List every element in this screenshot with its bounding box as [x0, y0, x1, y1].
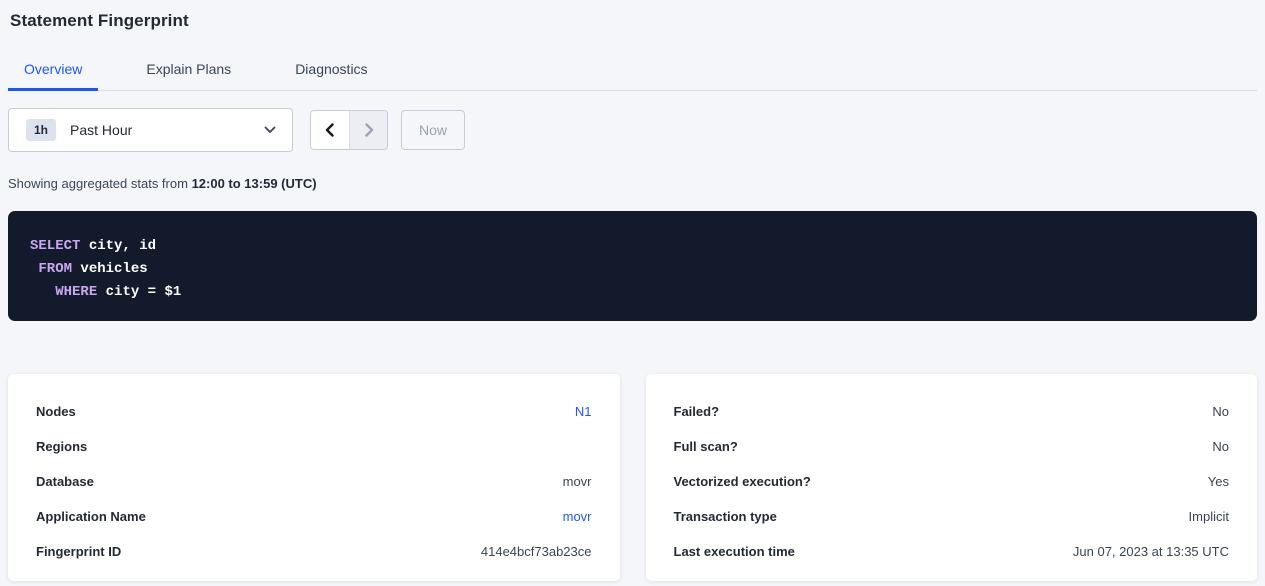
fingerprint-id-value: 414e4bcf73ab23ce — [481, 544, 592, 559]
sql-text: city, id — [80, 238, 156, 254]
previous-time-window-button[interactable] — [311, 111, 349, 149]
row-vectorized-execution: Vectorized execution? Yes — [674, 464, 1230, 499]
chevron-left-icon — [322, 122, 338, 138]
transaction-type-value: Implicit — [1189, 509, 1229, 524]
sql-keyword: SELECT — [30, 238, 80, 254]
sql-text: vehicles — [72, 261, 148, 277]
full-scan-value: No — [1212, 439, 1229, 454]
tab-bar: Overview Explain Plans Diagnostics — [8, 55, 1257, 91]
time-window-arrows — [310, 110, 388, 150]
tab-diagnostics[interactable]: Diagnostics — [279, 55, 383, 91]
vectorized-execution-label: Vectorized execution? — [674, 474, 811, 489]
sql-keyword: FROM — [38, 261, 72, 277]
stats-caption-range: 12:00 to 13:59 (UTC) — [192, 176, 317, 191]
row-fingerprint-id: Fingerprint ID 414e4bcf73ab23ce — [36, 534, 592, 569]
row-regions: Regions — [36, 429, 592, 464]
row-nodes: Nodes N1 — [36, 394, 592, 429]
time-range-badge: 1h — [26, 119, 56, 141]
tab-explain-plans[interactable]: Explain Plans — [130, 55, 247, 91]
time-toolbar: 1h Past Hour Now — [8, 108, 1257, 152]
chevron-right-icon — [361, 122, 377, 138]
page-title: Statement Fingerprint — [10, 11, 1257, 31]
row-failed: Failed? No — [674, 394, 1230, 429]
row-database: Database movr — [36, 464, 592, 499]
next-time-window-button[interactable] — [349, 111, 387, 149]
row-transaction-type: Transaction type Implicit — [674, 499, 1230, 534]
database-value: movr — [563, 474, 592, 489]
sql-statement-box: SELECT city, id FROM vehicles WHERE city… — [8, 211, 1257, 321]
statement-fingerprint-page: Statement Fingerprint Overview Explain P… — [0, 11, 1265, 581]
nodes-value-link[interactable]: N1 — [575, 404, 592, 419]
row-full-scan: Full scan? No — [674, 429, 1230, 464]
now-button[interactable]: Now — [401, 110, 465, 150]
failed-value: No — [1212, 404, 1229, 419]
failed-label: Failed? — [674, 404, 720, 419]
row-application-name: Application Name movr — [36, 499, 592, 534]
last-execution-time-label: Last execution time — [674, 544, 795, 559]
sql-text: city = $1 — [97, 284, 181, 300]
fingerprint-id-label: Fingerprint ID — [36, 544, 121, 559]
statement-details-card: Nodes N1 Regions Database movr Applicati… — [8, 374, 620, 581]
summary-cards: Nodes N1 Regions Database movr Applicati… — [8, 374, 1257, 581]
vectorized-execution-value: Yes — [1208, 474, 1229, 489]
regions-label: Regions — [36, 439, 87, 454]
chevron-down-icon — [264, 126, 276, 134]
last-execution-time-value: Jun 07, 2023 at 13:35 UTC — [1073, 544, 1229, 559]
aggregated-stats-caption: Showing aggregated stats from 12:00 to 1… — [8, 176, 1257, 191]
transaction-type-label: Transaction type — [674, 509, 777, 524]
sql-keyword: WHERE — [55, 284, 97, 300]
full-scan-label: Full scan? — [674, 439, 738, 454]
execution-attributes-card: Failed? No Full scan? No Vectorized exec… — [646, 374, 1258, 581]
database-label: Database — [36, 474, 94, 489]
time-range-label: Past Hour — [70, 122, 264, 138]
tab-overview[interactable]: Overview — [8, 55, 98, 91]
stats-caption-prefix: Showing aggregated stats from — [8, 176, 192, 191]
application-name-label: Application Name — [36, 509, 146, 524]
row-last-execution-time: Last execution time Jun 07, 2023 at 13:3… — [674, 534, 1230, 569]
time-range-dropdown[interactable]: 1h Past Hour — [8, 108, 293, 152]
nodes-label: Nodes — [36, 404, 76, 419]
application-name-value-link[interactable]: movr — [563, 509, 592, 524]
sql-indent — [30, 284, 55, 300]
